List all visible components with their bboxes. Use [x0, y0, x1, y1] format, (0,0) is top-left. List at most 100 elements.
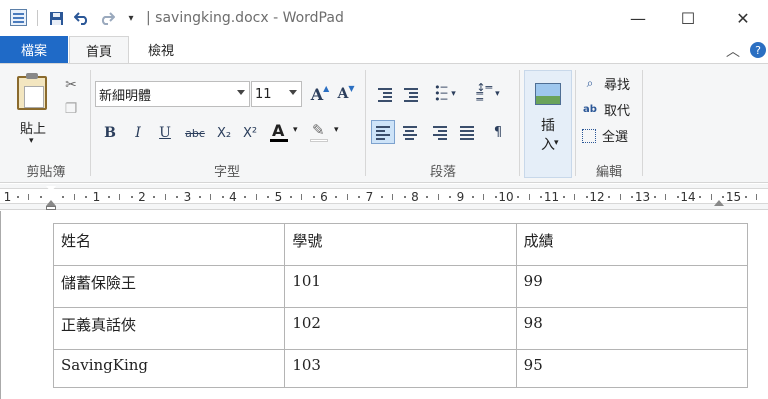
table-cell[interactable]: SavingKing: [52, 349, 286, 388]
save-icon[interactable]: [47, 9, 65, 27]
font-group-label: 字型: [213, 165, 240, 180]
table-cell[interactable]: 99: [515, 265, 749, 308]
ruler-tick: [483, 194, 485, 200]
find-label: 尋找: [604, 78, 631, 93]
table-cell[interactable]: 正義真話俠: [52, 307, 286, 350]
table-cell[interactable]: 98: [515, 307, 749, 350]
italic-button[interactable]: I: [127, 122, 149, 144]
replace-button[interactable]: ab 取代: [582, 100, 630, 119]
ruler-dot: [107, 196, 110, 198]
ruler-number: 11: [543, 190, 560, 204]
grow-font-button[interactable]: A ▲: [309, 83, 331, 105]
underline-button[interactable]: U: [154, 122, 176, 144]
insert-label: 插 入: [541, 118, 555, 153]
document-area[interactable]: 姓名 學號 成績 儲蓄保險王 101 99 正義真話俠 102 98 Savin…: [0, 211, 768, 399]
decrease-indent-button[interactable]: [373, 82, 397, 106]
table-header-cell[interactable]: 學號: [284, 223, 517, 266]
customize-dropdown-icon[interactable]: ▾: [122, 9, 140, 27]
font-family-select[interactable]: 新細明體: [95, 81, 250, 107]
cut-icon[interactable]: ✂: [62, 76, 80, 94]
tab-view[interactable]: 檢視: [136, 36, 186, 63]
font-color-button[interactable]: A ▾: [268, 120, 304, 144]
ruler-number: 10: [498, 190, 514, 204]
tab-home[interactable]: 首頁: [69, 36, 129, 63]
table-cell[interactable]: 儲蓄保險王: [52, 265, 286, 308]
table-row: 正義真話俠 102 98: [52, 307, 749, 350]
font-size-select[interactable]: 11: [251, 81, 302, 107]
strikethrough-button[interactable]: abc: [181, 122, 209, 144]
data-table[interactable]: 姓名 學號 成績 儲蓄保險王 101 99 正義真話俠 102 98 Savin…: [52, 223, 749, 388]
arrow-up-icon: ▲: [323, 83, 330, 93]
ruler-dot: [517, 196, 520, 198]
ruler-dot: [744, 196, 747, 198]
ruler-dot: [653, 196, 656, 198]
wordpad-app-icon[interactable]: [10, 9, 27, 26]
ruler-tick: [346, 194, 348, 200]
align-right-button[interactable]: [428, 120, 452, 144]
subscript-button[interactable]: X₂: [212, 122, 236, 144]
ruler-number: 9: [456, 190, 465, 204]
ruler-dot: [631, 196, 634, 198]
find-button[interactable]: ⌕ 尋找: [582, 74, 630, 93]
superscript-button[interactable]: X²: [238, 122, 262, 144]
line-spacing-icon: ↕═ ═ ═: [476, 81, 493, 106]
collapse-ribbon-icon[interactable]: ︿: [726, 41, 740, 61]
table-header-cell[interactable]: 成績: [515, 223, 749, 266]
minimize-button[interactable]: —: [613, 0, 663, 36]
ruler-number: 13: [634, 190, 651, 204]
help-icon[interactable]: ?: [750, 42, 766, 58]
ruler-number: 5: [274, 190, 283, 204]
ruler-tick: [301, 194, 303, 200]
ruler-dot: [153, 196, 156, 198]
paragraph-dialog-button[interactable]: ¶: [486, 120, 510, 144]
table-cell[interactable]: 102: [284, 307, 517, 350]
ruler-dot: [130, 196, 133, 198]
ruler-dot: [176, 196, 179, 198]
replace-label: 取代: [604, 104, 631, 119]
right-indent-marker[interactable]: [714, 200, 724, 206]
ruler-dot: [221, 196, 224, 198]
left-indent-marker[interactable]: [46, 206, 56, 210]
ruler-dot: [562, 196, 565, 198]
ruler-dot: [608, 196, 611, 198]
select-all-icon: [582, 128, 596, 143]
ruler-tick: [619, 194, 621, 200]
insert-button[interactable]: 插 入 ▾: [524, 70, 572, 178]
close-button[interactable]: ✕: [718, 0, 768, 36]
ruler-number: 14: [680, 190, 696, 204]
first-line-indent-marker[interactable]: [46, 186, 56, 192]
align-center-button[interactable]: [398, 120, 422, 144]
ruler-tick: [164, 194, 166, 200]
shrink-font-button[interactable]: A ▼: [335, 83, 357, 105]
table-cell[interactable]: 103: [284, 349, 517, 388]
ruler-number: 2: [138, 190, 146, 204]
ruler[interactable]: 1 1 2 3 4 5 6 7 8 9 10 11 12 13 14 15: [0, 184, 768, 210]
undo-icon[interactable]: [73, 9, 91, 27]
window-title: | savingking.docx - WordPad: [146, 10, 344, 26]
chevron-down-icon: ▾: [495, 89, 500, 99]
copy-icon[interactable]: ❐: [62, 100, 80, 118]
highlight-button[interactable]: ✎ ▾: [308, 120, 344, 144]
table-cell[interactable]: 95: [515, 349, 749, 388]
ruler-dot: [722, 196, 725, 198]
bullets-button[interactable]: •─ •─ •─ ▾: [428, 82, 462, 106]
paste-button[interactable]: 貼上 ▾: [8, 70, 58, 150]
ruler-dot: [85, 196, 88, 198]
align-left-button[interactable]: [371, 120, 395, 144]
ruler-dot: [540, 196, 543, 198]
table-header-cell[interactable]: 姓名: [52, 223, 286, 266]
line-spacing-button[interactable]: ↕═ ═ ═ ▾: [472, 82, 504, 106]
bold-button[interactable]: B: [99, 122, 121, 144]
select-all-button[interactable]: 全選: [582, 126, 628, 145]
table-cell[interactable]: 101: [284, 265, 517, 308]
increase-indent-button[interactable]: [399, 82, 423, 106]
ruler-dot: [585, 196, 588, 198]
ruler-number: 12: [589, 190, 605, 204]
redo-icon[interactable]: [98, 9, 116, 27]
ruler-number: 1: [3, 190, 12, 204]
justify-icon: [460, 126, 474, 140]
ruler-dot: [39, 196, 42, 198]
justify-button[interactable]: [455, 120, 479, 144]
tab-file[interactable]: 檔案: [0, 36, 68, 63]
maximize-button[interactable]: ☐: [663, 0, 713, 36]
